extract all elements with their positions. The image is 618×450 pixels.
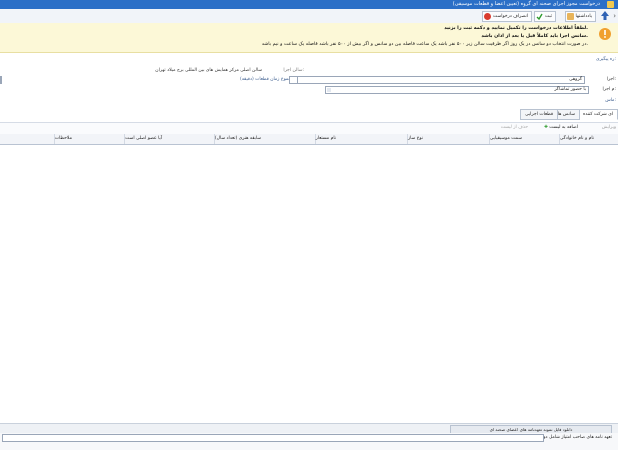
add-to-list-button[interactable]: ✚ اضافه به لیست bbox=[544, 125, 578, 130]
exec-type-select[interactable]: با حضور تماشاگر bbox=[325, 86, 589, 94]
extra-label: ماس: bbox=[605, 98, 616, 103]
toolbar: › یادداشتها ثبت انصراف درخواست bbox=[0, 9, 618, 24]
commitment-field[interactable] bbox=[2, 434, 544, 442]
cancel-icon bbox=[484, 13, 492, 20]
col-notes[interactable]: ملاحظات bbox=[53, 134, 72, 144]
col-fullname[interactable]: نام و نام خانوادگی bbox=[558, 134, 594, 144]
venue-value: سالن اصلی مرکز همایش های بین المللی برج … bbox=[155, 68, 262, 73]
tab-pieces[interactable]: قطعات اجرایی bbox=[520, 109, 558, 120]
notes-button[interactable]: یادداشتها bbox=[564, 11, 596, 22]
notice-line-3: در صورت انتخاب دو سانس در یک روز اگر ظرف… bbox=[261, 42, 588, 47]
venue-label: سالن اجرا: bbox=[283, 68, 304, 73]
cancel-request-button[interactable]: انصراف درخواست bbox=[482, 11, 532, 22]
confirm-button[interactable]: ثبت bbox=[533, 11, 556, 22]
table-header: نام و نام خانوادگی سمت موسیقیایی نوع ساز… bbox=[0, 134, 618, 145]
left-edge-marker bbox=[0, 76, 2, 84]
exec-type-label: م اجرا: bbox=[602, 87, 616, 92]
notice-line-2: سانس اجرا باید کاملاً قبل یا بعد از اذان… bbox=[481, 34, 588, 39]
add-icon: ✚ bbox=[544, 125, 548, 130]
duration-field[interactable] bbox=[289, 76, 298, 84]
info-notice: لطفاً اطلاعات درخواست را تکمیل نمایید و … bbox=[0, 23, 618, 53]
table-body[interactable] bbox=[0, 145, 618, 422]
col-experience[interactable]: سابقه هنری (تعداد سال) bbox=[213, 134, 261, 144]
col-is-main[interactable]: آیا عضو اصلی است bbox=[124, 134, 162, 144]
notes-icon bbox=[566, 13, 574, 20]
commitment-question: تعهد نامه های صاحب امتیاز شامل دو فرم؟ bbox=[532, 435, 612, 440]
tab-strip: ای شرکت کننده سانس ها قطعات اجرایی bbox=[0, 108, 618, 120]
up-arrow-icon[interactable] bbox=[600, 10, 610, 23]
col-instrument[interactable]: نوع ساز bbox=[406, 134, 423, 144]
group-field[interactable]: گروهی bbox=[297, 76, 585, 84]
remove-from-list-button[interactable]: حذف از لیست bbox=[501, 125, 528, 130]
chevron-down-icon bbox=[327, 88, 331, 92]
tab-participants[interactable]: ای شرکت کننده bbox=[577, 109, 618, 120]
warning-icon bbox=[599, 28, 611, 40]
menu-arrow-icon[interactable]: › bbox=[613, 12, 616, 20]
group-label: اجرا: bbox=[606, 77, 616, 82]
footer-question-row: تعهد نامه های صاحب امتیاز شامل دو فرم؟ bbox=[0, 433, 618, 450]
window-title-bar: درخواست مجوز اجرای صحنه ای گروه (تعیین ا… bbox=[0, 0, 618, 9]
col-role[interactable]: سمت موسیقیایی bbox=[488, 134, 522, 144]
notice-line-1: لطفاً اطلاعات درخواست را تکمیل نمایید و … bbox=[444, 26, 588, 31]
duration-label: مجموع زمان قطعات (دقیقه) bbox=[240, 77, 294, 82]
tracking-label: ره پیگیری: bbox=[596, 57, 616, 62]
app-icon bbox=[607, 1, 614, 8]
check-icon bbox=[535, 13, 543, 21]
window-title: درخواست مجوز اجرای صحنه ای گروه (تعیین ا… bbox=[452, 1, 600, 7]
col-alias[interactable]: نام مستعار bbox=[314, 134, 336, 144]
edit-button[interactable]: ویرایش bbox=[602, 125, 616, 130]
